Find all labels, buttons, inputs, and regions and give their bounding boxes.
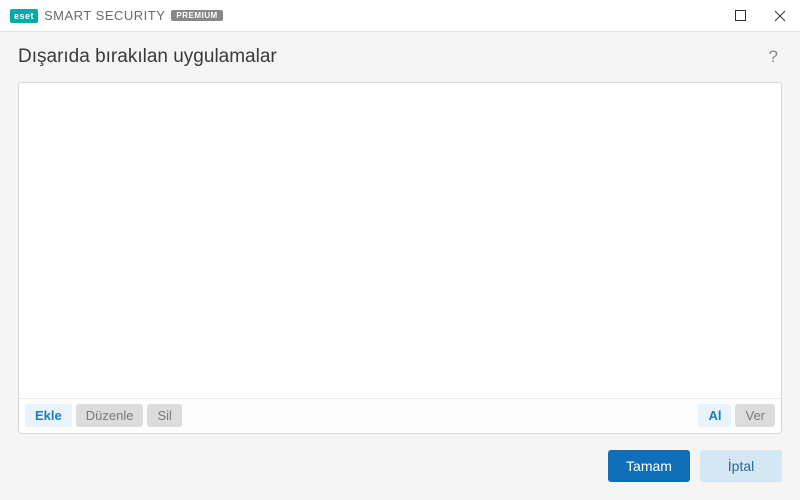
window-controls (720, 0, 800, 32)
eset-logo: eset (10, 9, 38, 23)
header-row: Dışarıda bırakılan uygulamalar ? (18, 46, 782, 68)
content-area: Dışarıda bırakılan uygulamalar ? Ekle Dü… (0, 32, 800, 434)
titlebar: eset SMART SECURITY PREMIUM (0, 0, 800, 32)
product-name: SMART SECURITY (44, 8, 165, 23)
list-toolbar: Ekle Düzenle Sil Al Ver (19, 398, 781, 433)
brand-block: eset SMART SECURITY PREMIUM (10, 8, 223, 23)
edit-button[interactable]: Düzenle (76, 404, 144, 427)
import-button[interactable]: Al (698, 404, 731, 427)
ok-button[interactable]: Tamam (608, 450, 690, 482)
tier-badge: PREMIUM (171, 10, 222, 21)
excluded-apps-list[interactable] (19, 83, 781, 398)
page-title: Dışarıda bırakılan uygulamalar (18, 46, 277, 68)
delete-button[interactable]: Sil (147, 404, 181, 427)
maximize-icon (735, 10, 746, 21)
export-button[interactable]: Ver (735, 404, 775, 427)
cancel-button[interactable]: İptal (700, 450, 782, 482)
dialog-footer: Tamam İptal (0, 434, 800, 500)
add-button[interactable]: Ekle (25, 404, 72, 427)
help-icon[interactable]: ? (765, 47, 782, 67)
excluded-apps-list-panel: Ekle Düzenle Sil Al Ver (18, 82, 782, 434)
close-icon (774, 10, 786, 22)
maximize-button[interactable] (720, 0, 760, 32)
close-button[interactable] (760, 0, 800, 32)
